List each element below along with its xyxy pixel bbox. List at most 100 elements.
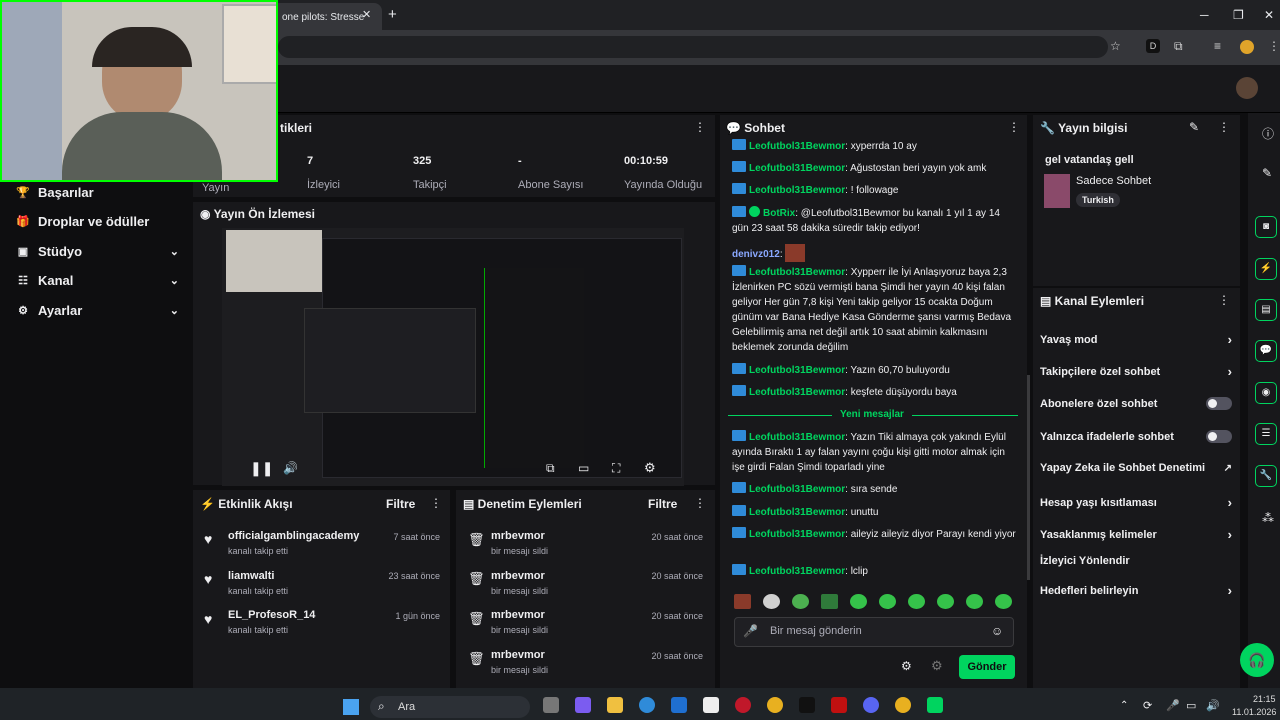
menu-icon[interactable]: ⋮ [1268, 39, 1280, 53]
emote-icon[interactable] [821, 594, 838, 609]
emoji-icon[interactable]: ☺ [991, 624, 1003, 638]
url-bar[interactable] [278, 36, 1108, 58]
minimize-button[interactable]: ─ [1200, 8, 1209, 22]
action-slow-mode[interactable]: Yavaş mod › [1040, 332, 1232, 347]
tray-network-icon[interactable]: ▭ [1186, 699, 1196, 712]
emote-icon[interactable] [937, 594, 954, 609]
emote-icon[interactable] [966, 594, 983, 609]
discord-icon[interactable] [863, 697, 879, 713]
feed-name[interactable]: officialgamblingacademy [228, 530, 359, 542]
sidebar-item-channel[interactable]: ☷ Kanal ⌄ [14, 273, 179, 288]
tray-mic-icon[interactable]: 🎤 [1166, 699, 1180, 712]
feed-name[interactable]: liamwalti [228, 570, 274, 582]
sidebar-item-studio[interactable]: ▣ Stüdyo ⌄ [14, 244, 179, 259]
rail-broadcast-icon[interactable]: ◉ [1255, 382, 1277, 404]
kick-icon[interactable] [927, 697, 943, 713]
tray-volume-icon[interactable]: 🔊 [1206, 699, 1220, 712]
more-icon[interactable]: ⋮ [1218, 120, 1230, 134]
opera-icon[interactable] [735, 697, 751, 713]
tiktok-icon[interactable] [799, 697, 815, 713]
action-banned-words[interactable]: Yasaklanmış kelimeler › [1040, 527, 1232, 542]
pencil-icon[interactable]: ✎ [1262, 166, 1272, 180]
action-goals[interactable]: Hedefleri belirleyin › [1040, 583, 1232, 598]
toggle-switch[interactable] [1206, 397, 1232, 410]
explorer-icon[interactable] [607, 697, 623, 713]
toggle-switch[interactable] [1206, 430, 1232, 443]
mod-name[interactable]: mrbevmor [491, 649, 545, 661]
media-icon[interactable]: ≡ [1214, 39, 1221, 53]
send-button[interactable]: Gönder [959, 655, 1015, 679]
activity-filter-button[interactable]: Filtre [386, 497, 415, 511]
maximize-button[interactable]: ❐ [1233, 8, 1244, 22]
fullscreen-icon[interactable]: ⛶ [612, 461, 620, 476]
rail-bolt-icon[interactable]: ⚡ [1255, 258, 1277, 280]
stream-preview-video[interactable] [222, 228, 684, 486]
extension-d-icon[interactable]: D [1146, 39, 1160, 53]
store-icon[interactable] [703, 697, 719, 713]
category-name[interactable]: Sadece Sohbet [1076, 175, 1151, 187]
mod-name[interactable]: mrbevmor [491, 609, 545, 621]
help-button[interactable]: 🎧 [1240, 643, 1274, 677]
emote-icon[interactable] [734, 594, 751, 609]
rail-stream-icon[interactable]: ◙ [1255, 216, 1277, 238]
action-followers-only[interactable]: Takipçilere özel sohbet › [1040, 364, 1232, 379]
sidebar-item-drops[interactable]: 🎁 Droplar ve ödüller [14, 214, 179, 229]
action-host[interactable]: İzleyici Yönlendir [1040, 555, 1232, 567]
more-icon[interactable]: ⋮ [1218, 293, 1230, 307]
tag-badge[interactable]: Turkish [1076, 193, 1120, 207]
settings-gear-icon[interactable]: ⚙ [644, 460, 656, 476]
sidebar-item-achievements[interactable]: 🏆 Başarılar [14, 185, 179, 200]
feed-name[interactable]: EL_ProfesoR_14 [228, 609, 315, 621]
emote-icon[interactable] [850, 594, 867, 609]
rail-wrench-icon[interactable]: 🔧 [1255, 465, 1277, 487]
rail-list-icon[interactable]: ☰ [1255, 423, 1277, 445]
extensions-icon[interactable]: ⧉ [1174, 39, 1183, 54]
tray-chevron-icon[interactable]: ⌃ [1120, 700, 1128, 711]
emote-icon[interactable] [792, 594, 809, 609]
edge-icon[interactable] [639, 697, 655, 713]
pip-icon[interactable]: ⧉ [546, 461, 555, 476]
action-subs-only[interactable]: Abonelere özel sohbet [1040, 397, 1232, 410]
chrome-active-icon[interactable] [895, 697, 911, 713]
mod-gear-icon[interactable]: ⚙ [931, 658, 943, 674]
rail-doc-icon[interactable]: ▤ [1255, 299, 1277, 321]
emote-icon[interactable] [995, 594, 1012, 609]
edit-icon[interactable]: ✎ [1189, 120, 1199, 134]
more-options-icon[interactable]: ⁂ [1262, 511, 1274, 525]
tray-sync-icon[interactable]: ⟳ [1143, 699, 1152, 712]
moderation-filter-button[interactable]: Filtre [648, 497, 677, 511]
info-icon[interactable]: ⓘ [1262, 125, 1274, 142]
new-tab-button[interactable]: + [388, 6, 397, 23]
windows-start-icon[interactable] [343, 699, 359, 715]
taskbar-search[interactable] [370, 696, 530, 718]
more-icon[interactable]: ⋮ [694, 496, 706, 510]
outlook-icon[interactable] [671, 697, 687, 713]
mod-name[interactable]: mrbevmor [491, 570, 545, 582]
avatar[interactable] [1236, 77, 1258, 99]
volume-icon[interactable]: 🔊 [283, 461, 298, 475]
action-account-age[interactable]: Hesap yaşı kısıtlaması › [1040, 495, 1232, 510]
close-window-button[interactable]: ✕ [1264, 8, 1274, 22]
sidebar-item-settings[interactable]: ⚙ Ayarlar ⌄ [14, 303, 179, 318]
mod-name[interactable]: mrbevmor [491, 530, 545, 542]
category-thumbnail[interactable] [1044, 174, 1070, 208]
pause-icon[interactable]: ❚❚ [250, 460, 273, 477]
more-icon[interactable]: ⋮ [694, 120, 706, 134]
copilot-icon[interactable] [575, 697, 591, 713]
bookmark-star-icon[interactable]: ☆ [1110, 39, 1121, 53]
more-icon[interactable]: ⋮ [1008, 120, 1020, 134]
chat-scrollbar[interactable] [1027, 375, 1030, 580]
emote-icon[interactable] [879, 594, 896, 609]
profile-icon[interactable] [1240, 40, 1254, 54]
app-icon[interactable] [831, 697, 847, 713]
mic-icon[interactable]: 🎤 [743, 624, 758, 638]
emote-icon[interactable] [908, 594, 925, 609]
emote-icon[interactable] [763, 594, 780, 609]
theatre-icon[interactable]: ▭ [578, 461, 589, 475]
action-emote-only[interactable]: Yalnızca ifadelerle sohbet [1040, 430, 1232, 443]
taskview-icon[interactable] [543, 697, 559, 713]
chat-settings-icon[interactable]: ⚙ [901, 659, 912, 673]
more-icon[interactable]: ⋮ [430, 496, 442, 510]
action-ai-moderation[interactable]: Yapay Zeka ile Sohbet Denetimi ↗ [1040, 462, 1232, 474]
rail-chat-icon[interactable]: 💬 [1255, 340, 1277, 362]
